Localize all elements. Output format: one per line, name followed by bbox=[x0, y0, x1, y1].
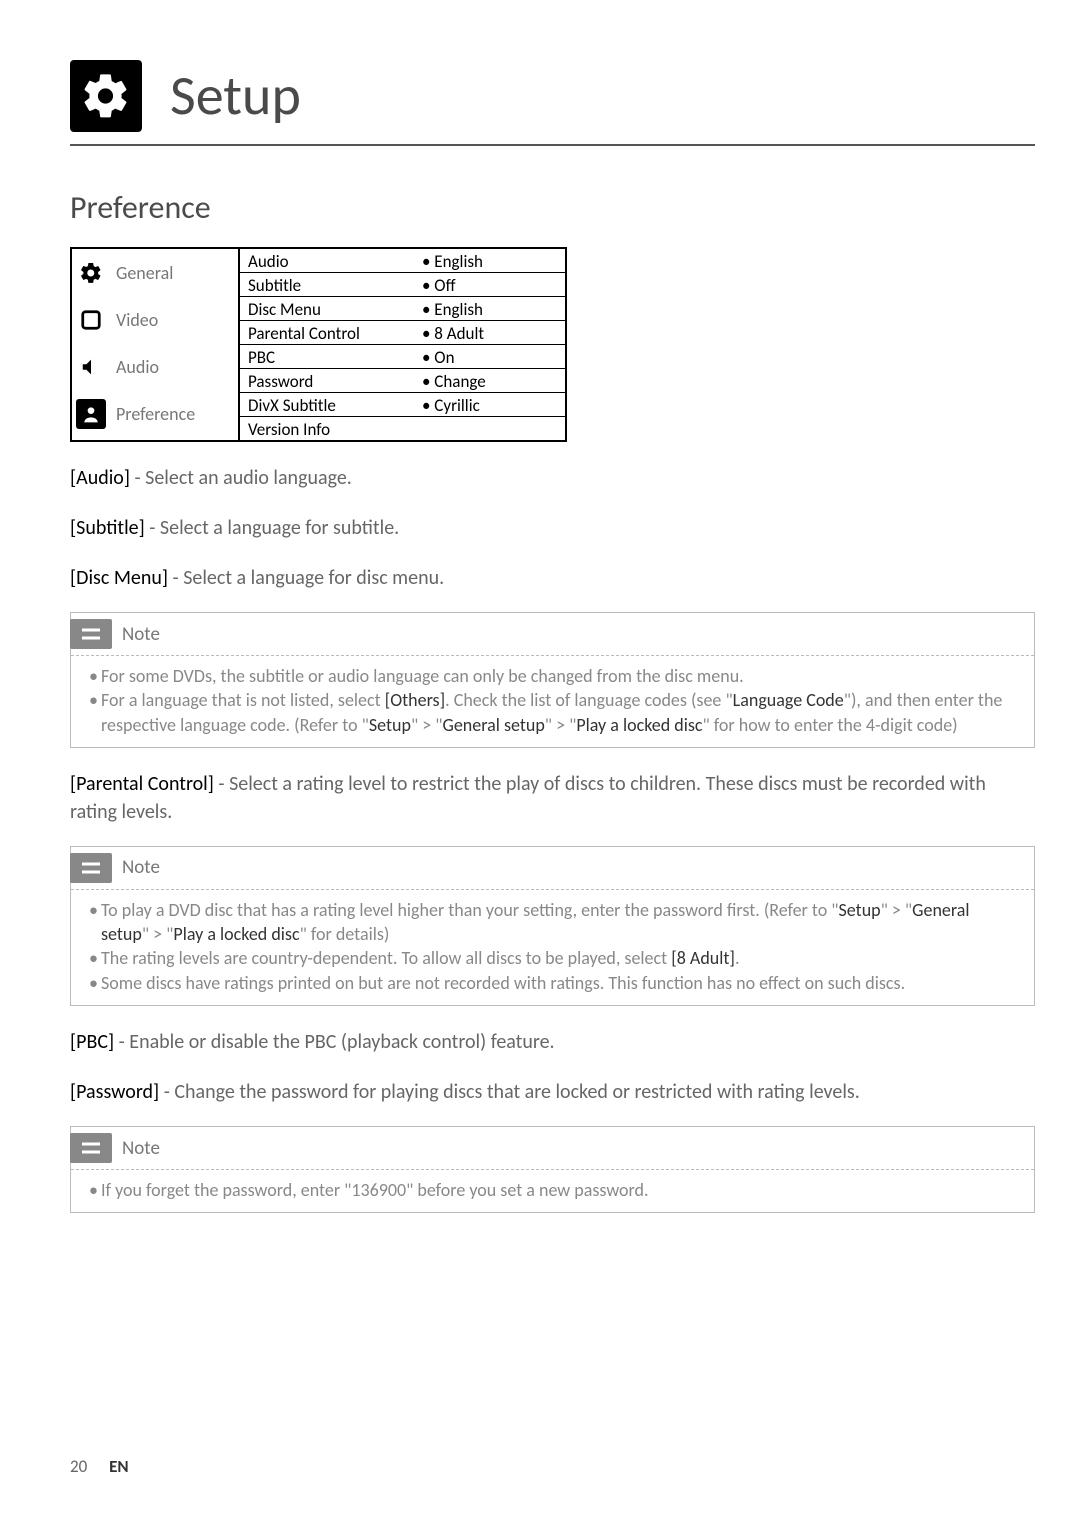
option-label: Audio bbox=[240, 249, 416, 272]
option-row[interactable]: Audio• English bbox=[240, 249, 565, 273]
speaker-icon bbox=[76, 352, 106, 382]
tab-preference[interactable]: Preference bbox=[72, 390, 238, 437]
option-value: • English bbox=[416, 297, 483, 320]
option-label: Parental Control bbox=[240, 321, 416, 344]
note-body: If you forget the password, enter "13690… bbox=[71, 1170, 1034, 1212]
tab-video[interactable]: Video bbox=[72, 296, 238, 343]
note-item: The rating levels are country-dependent.… bbox=[89, 946, 1020, 970]
desc-pbc: [PBC] - Enable or disable the PBC (playb… bbox=[70, 1028, 1035, 1056]
note-icon bbox=[70, 853, 112, 883]
desc-subtitle: [Subtitle] - Select a language for subti… bbox=[70, 514, 1035, 542]
option-value: • Off bbox=[416, 273, 456, 296]
note-header: Note bbox=[71, 613, 1034, 656]
option-value: • Cyrillic bbox=[416, 393, 480, 416]
menu-tabs: General Video Audio Preference bbox=[72, 249, 240, 440]
option-label: Password bbox=[240, 369, 416, 392]
desc-audio: [Audio] - Select an audio language. bbox=[70, 464, 1035, 492]
menu-options: Audio• English Subtitle• Off Disc Menu• … bbox=[240, 249, 565, 440]
option-row[interactable]: Version Info bbox=[240, 417, 565, 440]
tab-label: Video bbox=[116, 309, 158, 331]
note-item: Some discs have ratings printed on but a… bbox=[89, 971, 1020, 995]
page-lang: EN bbox=[109, 1456, 129, 1477]
note-label: Note bbox=[122, 623, 160, 646]
option-label: Subtitle bbox=[240, 273, 416, 296]
desc-discmenu: [Disc Menu] - Select a language for disc… bbox=[70, 564, 1035, 592]
note-header: Note bbox=[71, 1127, 1034, 1170]
tab-label: Audio bbox=[116, 356, 159, 378]
option-row[interactable]: Disc Menu• English bbox=[240, 297, 565, 321]
option-label: PBC bbox=[240, 345, 416, 368]
tab-label: General bbox=[116, 262, 173, 284]
note-body: To play a DVD disc that has a rating lev… bbox=[71, 890, 1034, 1005]
option-label: DivX Subtitle bbox=[240, 393, 416, 416]
option-value bbox=[416, 417, 422, 440]
option-value: • Change bbox=[416, 369, 486, 392]
option-row[interactable]: Password• Change bbox=[240, 369, 565, 393]
divider bbox=[70, 144, 1035, 146]
note-item: For a language that is not listed, selec… bbox=[89, 688, 1020, 737]
option-row[interactable]: PBC• On bbox=[240, 345, 565, 369]
option-value: • English bbox=[416, 249, 483, 272]
settings-menu: General Video Audio Preference Audio• En… bbox=[70, 247, 567, 442]
page-number: 20 bbox=[70, 1456, 87, 1477]
note-box: Note For some DVDs, the subtitle or audi… bbox=[70, 612, 1035, 748]
gear-icon bbox=[76, 258, 106, 288]
note-icon bbox=[70, 1133, 112, 1163]
page-title: Setup bbox=[170, 62, 301, 130]
page-header: Setup bbox=[70, 60, 1035, 132]
tab-audio[interactable]: Audio bbox=[72, 343, 238, 390]
option-label: Disc Menu bbox=[240, 297, 416, 320]
option-value: • On bbox=[416, 345, 455, 368]
note-header: Note bbox=[71, 847, 1034, 890]
option-row[interactable]: Parental Control• 8 Adult bbox=[240, 321, 565, 345]
desc-parental: [Parental Control] - Select a rating lev… bbox=[70, 770, 1035, 826]
option-row[interactable]: DivX Subtitle• Cyrillic bbox=[240, 393, 565, 417]
option-value: • 8 Adult bbox=[416, 321, 484, 344]
note-label: Note bbox=[122, 856, 160, 879]
gear-icon bbox=[70, 60, 142, 132]
desc-password: [Password] - Change the password for pla… bbox=[70, 1078, 1035, 1106]
note-box: Note To play a DVD disc that has a ratin… bbox=[70, 846, 1035, 1006]
note-icon bbox=[70, 619, 112, 649]
option-row[interactable]: Subtitle• Off bbox=[240, 273, 565, 297]
user-icon bbox=[76, 399, 106, 429]
page-footer: 20 EN bbox=[70, 1456, 129, 1477]
square-icon bbox=[76, 305, 106, 335]
note-label: Note bbox=[122, 1137, 160, 1160]
note-item: To play a DVD disc that has a rating lev… bbox=[89, 898, 1020, 947]
note-body: For some DVDs, the subtitle or audio lan… bbox=[71, 656, 1034, 747]
tab-general[interactable]: General bbox=[72, 249, 238, 296]
option-label: Version Info bbox=[240, 417, 416, 440]
note-item: For some DVDs, the subtitle or audio lan… bbox=[89, 664, 1020, 688]
note-box: Note If you forget the password, enter "… bbox=[70, 1126, 1035, 1213]
note-item: If you forget the password, enter "13690… bbox=[89, 1178, 1020, 1202]
tab-label: Preference bbox=[116, 403, 195, 425]
section-title: Preference bbox=[70, 188, 1035, 227]
